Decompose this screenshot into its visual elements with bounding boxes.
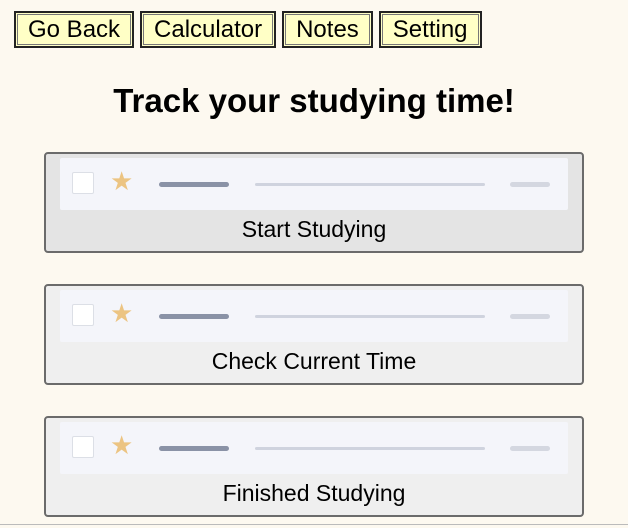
- star-icon: ★: [110, 166, 134, 196]
- notes-button[interactable]: Notes: [282, 11, 373, 48]
- card-label: Check Current Time: [211, 348, 417, 374]
- preview-image: ★: [60, 158, 568, 210]
- placeholder-bar: [510, 314, 550, 319]
- preview-image: ★: [60, 290, 568, 342]
- check-current-time-button[interactable]: ★ Check Current Time: [44, 284, 584, 385]
- setting-button[interactable]: Setting: [378, 11, 482, 48]
- checkbox-icon: [72, 172, 94, 194]
- page-title: Track your studying time!: [113, 82, 515, 119]
- placeholder-bar: [159, 182, 229, 187]
- placeholder-bar: [510, 182, 550, 187]
- placeholder-line: [255, 183, 485, 186]
- placeholder-bar: [159, 446, 229, 451]
- divider: [0, 524, 628, 525]
- card-label: Start Studying: [241, 216, 387, 242]
- top-nav: Go Back Calculator Notes Setting: [14, 11, 482, 48]
- finished-studying-button[interactable]: ★ Finished Studying: [44, 416, 584, 517]
- placeholder-bar: [510, 446, 550, 451]
- checkbox-icon: [72, 304, 94, 326]
- go-back-button[interactable]: Go Back: [14, 11, 135, 48]
- checkbox-icon: [72, 436, 94, 458]
- placeholder-line: [255, 447, 485, 450]
- card-label: Finished Studying: [222, 480, 406, 506]
- preview-image: ★: [60, 422, 568, 474]
- calculator-button[interactable]: Calculator: [140, 11, 277, 48]
- placeholder-line: [255, 315, 485, 318]
- star-icon: ★: [110, 430, 134, 460]
- start-studying-button[interactable]: ★ Start Studying: [44, 152, 584, 253]
- star-icon: ★: [110, 298, 134, 328]
- placeholder-bar: [159, 314, 229, 319]
